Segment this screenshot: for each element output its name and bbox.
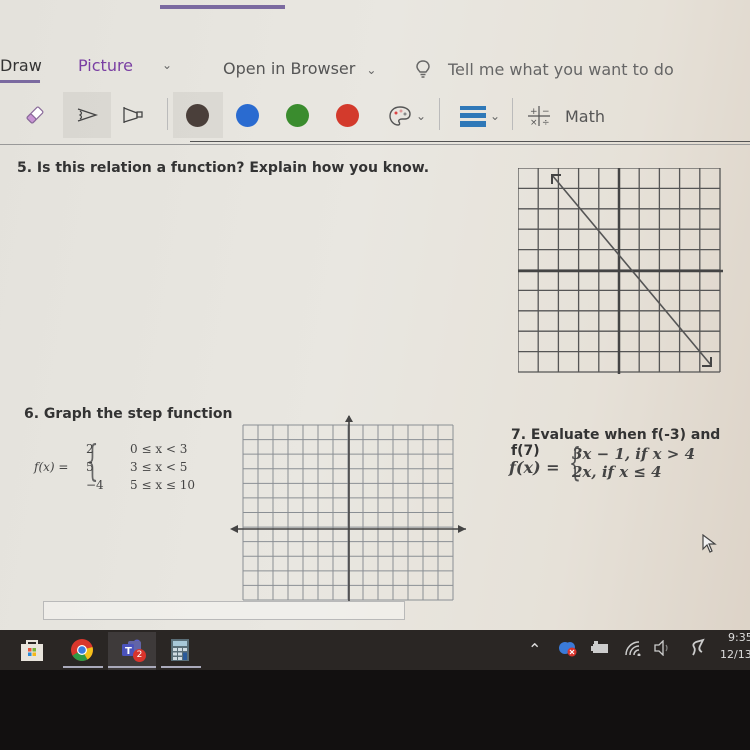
pen-color-green[interactable]	[286, 104, 309, 127]
q7-case: 3x − 1, if x > 4	[572, 445, 696, 463]
palette-icon	[389, 106, 411, 126]
pen-ink-workspace-icon[interactable]	[690, 638, 708, 658]
tell-me-placeholder: Tell me what you want to do	[448, 59, 674, 79]
eraser-button[interactable]	[20, 100, 50, 130]
q6-x-arrowhead-right	[458, 525, 466, 533]
q5-arrowhead-bottom	[702, 357, 712, 367]
lasso-select-icon	[77, 108, 99, 122]
q6-case-conditions: 0 ≤ x < 3 3 ≤ x < 5 5 ≤ x ≤ 10	[130, 440, 195, 494]
toolbar-separator	[439, 98, 440, 130]
q6-fx-label: f(x) =	[34, 460, 69, 474]
toolbar-separator	[512, 98, 513, 130]
volume-icon[interactable]	[653, 640, 671, 656]
mouse-cursor-icon	[702, 534, 717, 553]
tab-draw-active-indicator	[0, 80, 40, 83]
onedrive-error-icon[interactable]	[558, 640, 578, 658]
answer-text-box[interactable]	[43, 601, 405, 620]
q6-case-condition: 3 ≤ x < 5	[130, 460, 188, 474]
chevron-down-icon: ⌄	[415, 109, 427, 123]
svg-text:−: −	[542, 107, 550, 117]
clock-time[interactable]: 9:35	[728, 631, 750, 644]
q7-case: 2x, if x ≤ 4	[572, 463, 662, 481]
q6-case-condition: 5 ≤ x ≤ 10	[130, 478, 196, 492]
line-thickness-button[interactable]: ⌄	[455, 102, 505, 130]
chrome-running-indicator	[63, 666, 103, 668]
q5-relation-graph	[518, 168, 723, 374]
q6-x-arrowhead-left	[230, 525, 238, 533]
teams-running-indicator	[108, 666, 156, 668]
chevron-down-icon: ⌄	[366, 63, 377, 77]
pen-icon	[123, 107, 143, 123]
q7-cases: 3x − 1, if x > 4 2x, if x ≤ 4	[572, 445, 695, 481]
svg-text:÷: ÷	[542, 118, 550, 127]
q6-case-value: 2	[86, 442, 94, 456]
question-6-title: 6. Graph the step function	[24, 406, 233, 422]
q6-graph-grid[interactable]	[226, 412, 470, 604]
chevron-down-icon: ⌄	[489, 109, 501, 123]
q6-case-value: −4	[86, 478, 104, 492]
chrome-icon	[71, 639, 93, 661]
taskbar-app-calculator[interactable]	[164, 636, 196, 664]
calculator-running-indicator	[161, 666, 201, 668]
q6-y-arrowhead	[345, 415, 353, 422]
eraser-icon	[26, 106, 44, 124]
pen-color-red[interactable]	[336, 104, 359, 127]
calculator-icon	[171, 639, 189, 661]
tab-picture[interactable]: Picture	[78, 56, 133, 75]
lightbulb-icon	[416, 60, 430, 78]
q6-case-values: 2 5 −4	[86, 440, 104, 494]
pen-button[interactable]	[115, 100, 151, 130]
store-bag-icon	[21, 640, 43, 661]
taskbar-app-chrome[interactable]	[66, 636, 98, 664]
q6-grid-lines	[242, 424, 454, 601]
ribbon-bottom-border	[0, 144, 750, 145]
toolbar-separator	[167, 98, 168, 130]
wifi-icon[interactable]	[624, 640, 642, 656]
teams-notification-badge: 2	[133, 649, 146, 662]
title-accent-bar	[160, 5, 285, 9]
clock-date[interactable]: 12/13/	[720, 648, 750, 661]
toolbar-group-bracket	[190, 140, 750, 142]
q7-fx-label: f(x) =	[509, 458, 560, 477]
math-label: Math	[565, 106, 606, 126]
pen-color-blue[interactable]	[236, 104, 259, 127]
battery-power-icon[interactable]	[591, 641, 609, 655]
taskbar-app-teams[interactable]: T 2	[116, 636, 148, 664]
open-in-browser-button[interactable]: Open in Browser ⌄	[223, 59, 376, 78]
tell-me-search[interactable]: Tell me what you want to do	[414, 59, 674, 79]
q6-case-value: 5	[86, 460, 94, 474]
svg-text:×: ×	[530, 118, 538, 127]
q6-case-condition: 0 ≤ x < 3	[130, 442, 188, 456]
show-hidden-icons-chevron[interactable]: ⌃	[528, 640, 541, 659]
svg-text:T: T	[125, 646, 132, 657]
open-in-browser-label: Open in Browser	[223, 59, 356, 78]
line-thickness-icon	[459, 106, 486, 127]
tab-draw[interactable]: Draw	[0, 56, 42, 75]
lasso-select-button[interactable]	[63, 92, 111, 138]
math-button[interactable]: + − × ÷ Math	[527, 102, 605, 130]
color-palette-button[interactable]: ⌄	[382, 102, 432, 130]
question-5-text: 5. Is this relation a function? Explain …	[17, 160, 430, 176]
svg-text:+: +	[530, 107, 538, 117]
math-operators-icon: + − × ÷	[528, 106, 550, 127]
pen-color-black[interactable]	[186, 104, 209, 127]
device-bezel	[0, 670, 750, 750]
taskbar-app-store[interactable]	[16, 636, 48, 664]
more-tabs-chevron-icon[interactable]: ⌄	[162, 58, 172, 72]
